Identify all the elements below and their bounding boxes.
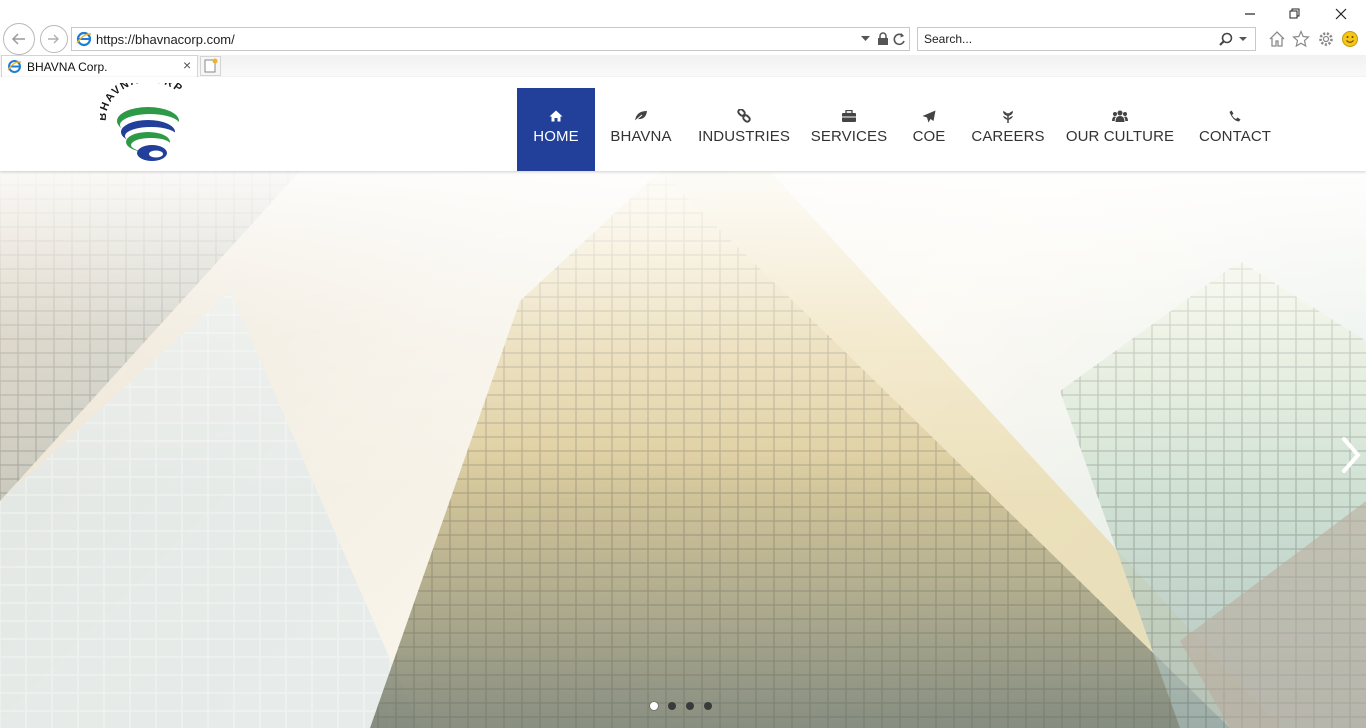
forward-arrow-icon <box>48 34 59 44</box>
dropdown-arrow-icon[interactable] <box>861 36 870 42</box>
nav-item-careers[interactable]: CAREERS <box>961 88 1055 171</box>
plant-icon <box>1001 108 1015 124</box>
minimize-icon[interactable] <box>1227 4 1273 24</box>
nav-label: CAREERS <box>971 128 1045 145</box>
url-text[interactable]: https://bhavnacorp.com/ <box>96 32 235 47</box>
settings-gear-icon[interactable] <box>1317 30 1335 48</box>
search-dropdown-icon[interactable] <box>1239 37 1247 42</box>
users-icon <box>1112 108 1128 124</box>
favorites-star-icon[interactable] <box>1292 30 1310 48</box>
tab-close-icon[interactable]: × <box>183 57 191 73</box>
hero-skyscraper-image <box>0 171 1366 728</box>
slider-dot[interactable] <box>704 702 712 710</box>
new-tab-icon <box>204 58 218 73</box>
restore-icon[interactable] <box>1272 4 1318 24</box>
nav-item-our-culture[interactable]: OUR CULTURE <box>1055 88 1185 171</box>
nav-label: COE <box>912 128 946 145</box>
slider-dot[interactable] <box>686 702 694 710</box>
tab-strip: BHAVNA Corp. × <box>0 55 1366 77</box>
ie-tab-icon <box>7 60 22 73</box>
nav-item-bhavna[interactable]: BHAVNA <box>595 88 687 171</box>
close-icon[interactable] <box>1318 4 1364 24</box>
back-arrow-icon <box>11 33 25 45</box>
chevron-right-icon <box>1342 437 1361 473</box>
nav-label: SERVICES <box>810 128 888 145</box>
tab-title: BHAVNA Corp. <box>27 60 108 74</box>
nav-item-industries[interactable]: INDUSTRIES <box>687 88 801 171</box>
slider-next-arrow[interactable] <box>1336 435 1366 475</box>
nav-item-coe[interactable]: COE <box>897 88 961 171</box>
slider-dot[interactable] <box>668 702 676 710</box>
home-icon[interactable] <box>1268 30 1286 48</box>
new-tab-button[interactable] <box>200 56 221 76</box>
slider-pagination <box>650 702 712 710</box>
nav-item-services[interactable]: SERVICES <box>801 88 897 171</box>
nav-label: HOME <box>533 128 579 145</box>
main-nav: HOME BHAVNA INDUSTRIES SERVICES COE CARE… <box>517 88 1285 171</box>
slider-dot[interactable] <box>650 702 658 710</box>
phone-icon <box>1229 108 1241 124</box>
nav-label: OUR CULTURE <box>1065 128 1175 145</box>
nav-item-home[interactable]: HOME <box>517 88 595 171</box>
nav-label: CONTACT <box>1198 128 1272 145</box>
bhavna-corp-logo[interactable]: BHAVNA CORP <box>97 73 196 163</box>
nav-label: INDUSTRIES <box>698 128 790 145</box>
refresh-icon[interactable] <box>893 32 906 46</box>
search-icon[interactable] <box>1219 32 1233 46</box>
nav-item-contact[interactable]: CONTACT <box>1185 88 1285 171</box>
paper-plane-icon <box>922 108 936 124</box>
browser-chrome: https://bhavnacorp.com/ BHAVNA Corp. × <box>0 0 1366 77</box>
lock-icon[interactable] <box>877 32 889 46</box>
ie-page-icon <box>76 31 92 47</box>
forward-button[interactable] <box>40 25 68 53</box>
back-button[interactable] <box>3 23 35 55</box>
link-icon <box>737 108 751 124</box>
address-bar[interactable]: https://bhavnacorp.com/ <box>71 27 910 51</box>
home-icon <box>549 108 563 124</box>
site-header: BHAVNA CORP HOME BHAVNA <box>0 73 1366 171</box>
browser-tab[interactable]: BHAVNA Corp. × <box>1 55 198 77</box>
search-input[interactable] <box>924 31 1214 47</box>
briefcase-icon <box>841 108 857 124</box>
hero-slider <box>0 171 1366 728</box>
leaf-icon <box>634 108 648 124</box>
feedback-smiley-icon[interactable] <box>1341 30 1359 48</box>
search-box[interactable] <box>917 27 1256 51</box>
nav-label: BHAVNA <box>610 128 672 145</box>
